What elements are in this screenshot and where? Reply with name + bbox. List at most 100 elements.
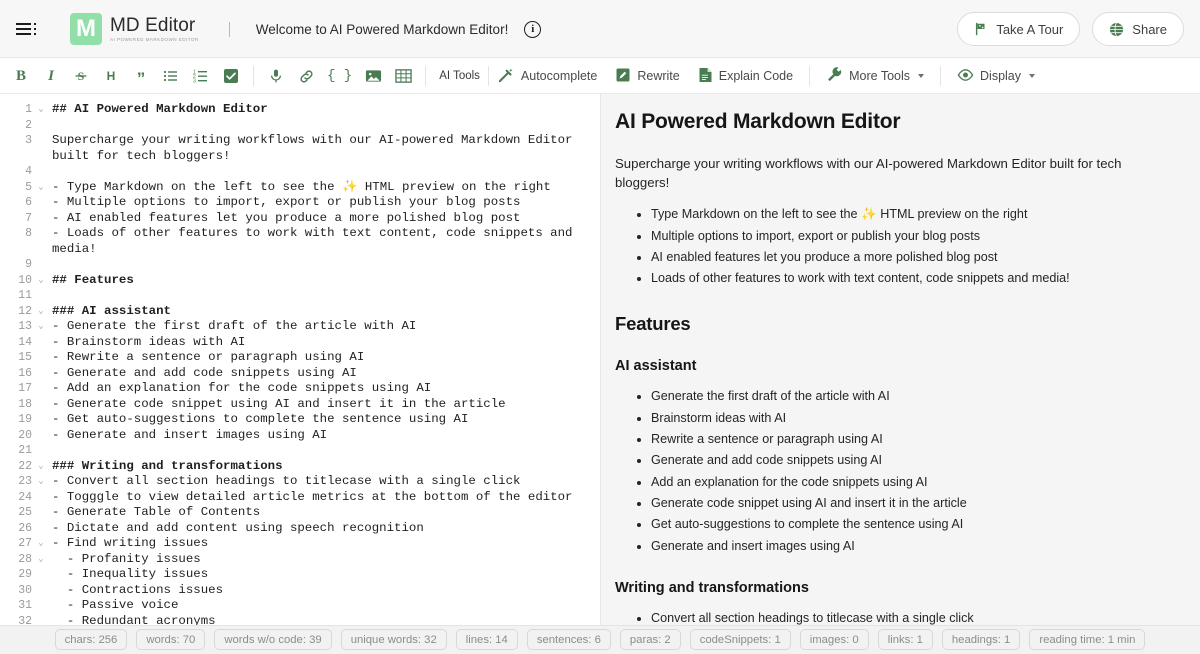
editor-line[interactable]: 3 Supercharge your writing workflows with… xyxy=(0,133,600,164)
metric-chip[interactable]: images: 0 xyxy=(799,629,869,650)
strikethrough-button[interactable]: S xyxy=(66,62,96,90)
editor-line[interactable]: 26 - Dictate and add content using speech… xyxy=(0,521,600,537)
explain-code-button[interactable]: Explain Code xyxy=(689,62,802,90)
editor-line[interactable]: 27 ⌄ - Find writing issues xyxy=(0,536,600,552)
chevron-down-icon[interactable]: ⌄ xyxy=(34,319,48,335)
metric-chip[interactable]: unique words: 32 xyxy=(340,629,447,650)
line-number: 4 xyxy=(25,165,32,178)
info-icon[interactable]: i xyxy=(524,20,542,38)
link-icon[interactable] xyxy=(291,62,321,90)
line-number: 28 xyxy=(18,552,32,566)
display-button[interactable]: Display xyxy=(948,62,1044,90)
editor-line-text: - Type Markdown on the left to see the ✨… xyxy=(52,179,551,194)
metric-chip[interactable]: codeSnippets: 1 xyxy=(689,629,791,650)
bullet-list-icon[interactable] xyxy=(156,62,186,90)
wrench-icon xyxy=(826,66,843,86)
editor-line[interactable]: 2 xyxy=(0,118,600,134)
editor-line[interactable]: 29 - Inequality issues xyxy=(0,567,600,583)
checklist-icon[interactable] xyxy=(216,62,246,90)
menu-icon[interactable] xyxy=(14,15,42,43)
chevron-down-icon[interactable]: ⌄ xyxy=(34,180,48,196)
editor-line[interactable]: 17 - Add an explanation for the code snip… xyxy=(0,381,600,397)
more-tools-button[interactable]: More Tools xyxy=(817,62,933,90)
image-icon[interactable] xyxy=(358,62,388,90)
editor-line-text: - Rewrite a sentence or paragraph using … xyxy=(52,350,365,364)
editor-line[interactable]: 18 - Generate code snippet using AI and i… xyxy=(0,397,600,413)
line-number: 27 xyxy=(18,537,32,550)
editor-line[interactable]: 9 xyxy=(0,257,600,273)
share-button[interactable]: Share xyxy=(1092,12,1184,46)
metric-chip[interactable]: sentences: 6 xyxy=(526,629,611,650)
metric-chip[interactable]: words w/o code: 39 xyxy=(214,629,332,650)
chevron-down-icon[interactable]: ⌄ xyxy=(34,474,48,490)
editor-line[interactable]: 5 ⌄ - Type Markdown on the left to see the… xyxy=(0,180,600,196)
editor-line[interactable]: 32 - Redundant acronyms xyxy=(0,614,600,626)
editor-line-text: - Find writing issues xyxy=(52,536,209,550)
metric-chip[interactable]: chars: 256 xyxy=(54,629,128,650)
chevron-down-icon[interactable]: ⌄ xyxy=(34,536,48,552)
line-number: 1 xyxy=(25,103,32,116)
editor-line[interactable]: 30 - Contractions issues xyxy=(0,583,600,599)
line-number: 24 xyxy=(18,490,32,504)
formatting-toolbar: B I S H ” 123 { } AI Tools Autocomplete … xyxy=(0,58,1200,94)
editor-line-text: - Multiple options to import, export or … xyxy=(52,195,521,209)
numbered-list-icon[interactable]: 123 xyxy=(186,62,216,90)
metric-chip[interactable]: links: 1 xyxy=(877,629,933,650)
metric-chip[interactable]: lines: 14 xyxy=(455,629,518,650)
editor-line[interactable]: 8 - Loads of other features to work with … xyxy=(0,226,600,257)
metric-chip[interactable]: headings: 1 xyxy=(941,629,1021,650)
markdown-editor[interactable]: 1 ⌄ ## AI Powered Markdown Editor 2 3 Superch… xyxy=(0,94,600,625)
metric-chip[interactable]: words: 70 xyxy=(136,629,206,650)
editor-line[interactable]: 21 xyxy=(0,443,600,459)
editor-line[interactable]: 15 - Rewrite a sentence or paragraph usin… xyxy=(0,350,600,366)
main-area: 1 ⌄ ## AI Powered Markdown Editor 2 3 Superch… xyxy=(0,94,1200,625)
editor-line[interactable]: 28 ⌄ - Profanity issues xyxy=(0,552,600,568)
list-item: Generate and insert images using AI xyxy=(651,536,1174,557)
bold-button[interactable]: B xyxy=(6,62,36,90)
share-label: Share xyxy=(1132,21,1167,37)
line-number: 25 xyxy=(18,506,32,519)
microphone-icon[interactable] xyxy=(261,62,291,90)
italic-button[interactable]: I xyxy=(36,62,66,90)
editor-line[interactable]: 24 - Togggle to view detailed article met… xyxy=(0,490,600,506)
editor-line[interactable]: 19 - Get auto-suggestions to complete the… xyxy=(0,412,600,428)
display-label: Display xyxy=(980,69,1022,83)
take-a-tour-label: Take A Tour xyxy=(996,21,1064,37)
editor-line[interactable]: 7 - AI enabled features let you produce a… xyxy=(0,211,600,227)
code-button[interactable]: { } xyxy=(321,62,358,90)
editor-line-text: - Generate Table of Contents xyxy=(52,505,261,519)
heading-button[interactable]: H xyxy=(96,62,126,90)
chevron-down-icon[interactable]: ⌄ xyxy=(34,304,48,320)
editor-line[interactable]: 16 - Generate and add code snippets using… xyxy=(0,366,600,382)
editor-line[interactable]: 13 ⌄ - Generate the first draft of the art… xyxy=(0,319,600,335)
editor-line[interactable]: 31 - Passive voice xyxy=(0,598,600,614)
editor-line[interactable]: 10 ⌄ ## Features xyxy=(0,273,600,289)
editor-line-text: - Dictate and add content using speech r… xyxy=(52,520,424,535)
take-a-tour-button[interactable]: Take A Tour xyxy=(957,12,1081,46)
editor-line[interactable]: 1 ⌄ ## AI Powered Markdown Editor xyxy=(0,102,600,118)
rewrite-button[interactable]: Rewrite xyxy=(606,62,688,90)
list-item: Generate the first draft of the article … xyxy=(651,386,1174,407)
editor-line[interactable]: 4 xyxy=(0,164,600,180)
chevron-down-icon[interactable]: ⌄ xyxy=(34,459,48,475)
editor-line-text: Supercharge your writing workflows with … xyxy=(52,133,580,163)
editor-line[interactable]: 6 - Multiple options to import, export or… xyxy=(0,195,600,211)
chevron-down-icon[interactable]: ⌄ xyxy=(34,552,48,568)
table-icon[interactable] xyxy=(388,62,418,90)
app-logo[interactable]: M MD Editor AI POWERED MARKDOWN EDITOR xyxy=(70,13,199,45)
editor-line[interactable]: 23 ⌄ - Convert all section headings to tit… xyxy=(0,474,600,490)
editor-line[interactable]: 14 - Brainstorm ideas with AI xyxy=(0,335,600,351)
html-preview-pane: AI Powered Markdown Editor Supercharge y… xyxy=(601,94,1200,625)
editor-line[interactable]: 12 ⌄ ### AI assistant xyxy=(0,304,600,320)
quote-button[interactable]: ” xyxy=(126,62,156,90)
editor-line[interactable]: 25 - Generate Table of Contents xyxy=(0,505,600,521)
chevron-down-icon[interactable]: ⌄ xyxy=(34,273,48,289)
editor-line[interactable]: 22 ⌄ ### Writing and transformations xyxy=(0,459,600,475)
autocomplete-button[interactable]: Autocomplete xyxy=(489,62,606,90)
metric-chip[interactable]: paras: 2 xyxy=(619,629,681,650)
editor-line[interactable]: 20 - Generate and insert images using AI xyxy=(0,428,600,444)
line-number: 23 xyxy=(18,475,32,488)
metric-chip[interactable]: reading time: 1 min xyxy=(1029,629,1146,650)
chevron-down-icon[interactable]: ⌄ xyxy=(34,102,48,118)
editor-line[interactable]: 11 xyxy=(0,288,600,304)
